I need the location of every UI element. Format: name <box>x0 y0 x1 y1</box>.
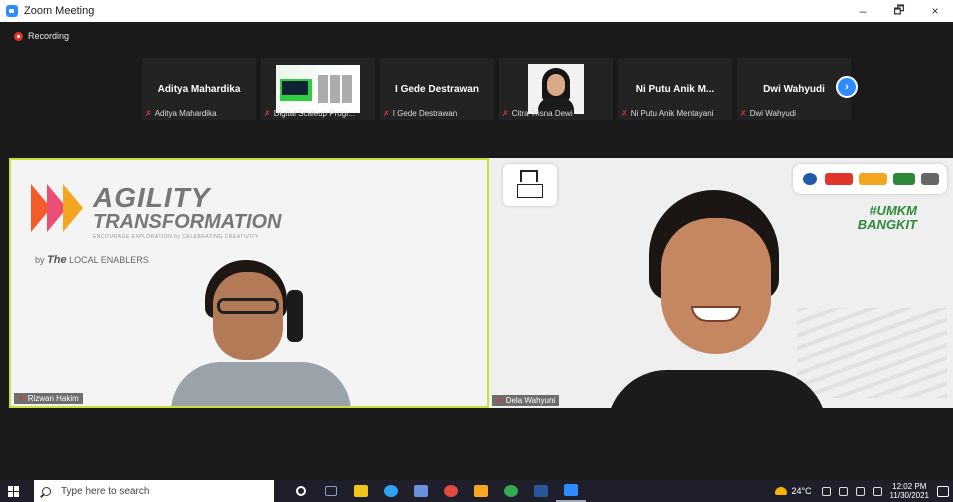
tray-chevron-icon[interactable] <box>821 486 831 496</box>
mic-muted-icon: ✗ <box>18 394 25 403</box>
system-tray: 24°C 12:02 PM 11/30/2021 <box>775 480 953 502</box>
mic-muted-icon: ✗ <box>740 109 747 118</box>
mic-muted-icon: ✗ <box>496 396 503 405</box>
clock-date: 11/30/2021 <box>889 491 929 500</box>
taskbar-search-input[interactable]: Type here to search <box>34 480 274 502</box>
speaker-video-right[interactable]: #UMKM BANGKIT ✗ Dela Wahyuni <box>489 158 953 408</box>
video-caption: ✗ Rizwan Hakim <box>14 393 83 404</box>
word-icon[interactable] <box>526 480 556 502</box>
notification-icon[interactable] <box>937 485 949 497</box>
file-explorer-icon[interactable] <box>346 480 376 502</box>
participant-strip: Aditya Mahardika ✗ Aditya Mahardika ✗ Digi… <box>142 58 856 120</box>
zoom-taskbar-icon[interactable] <box>556 480 586 502</box>
participant-caption: Digital Scaleup Progr... <box>273 109 356 118</box>
taskbar-clock[interactable]: 12:02 PM 11/30/2021 <box>890 482 929 500</box>
network-icon[interactable] <box>855 486 865 496</box>
mic-muted-icon: ✗ <box>383 109 390 118</box>
hashtag-text: #UMKM BANGKIT <box>858 204 917 232</box>
mic-muted-icon: ✗ <box>145 109 152 118</box>
participant-caption: Aditya Mahardika <box>154 109 217 118</box>
close-button[interactable]: × <box>917 0 953 22</box>
participant-tile[interactable]: ✗ Citra Trisna Dewi <box>499 58 613 120</box>
search-placeholder: Type here to search <box>61 485 150 497</box>
recording-indicator[interactable]: Recording <box>14 31 69 41</box>
edge-browser-icon[interactable] <box>376 480 406 502</box>
participant-video <box>528 64 584 114</box>
participant-caption: I Gede Destrawan <box>392 109 458 118</box>
photos-app-icon[interactable] <box>406 480 436 502</box>
participant-tile[interactable]: I Gede Destrawan ✗ I Gede Destrawan <box>380 58 494 120</box>
weather-widget[interactable]: 24°C <box>775 486 812 496</box>
participant-tile[interactable]: ✗ Digital Scaleup Progr... <box>261 58 375 120</box>
window-titlebar: Zoom Meeting – 🗗 × <box>0 0 953 22</box>
taskbar-apps <box>286 480 586 502</box>
chrome-profile-icon[interactable] <box>496 480 526 502</box>
start-button[interactable] <box>0 480 26 502</box>
participant-tile[interactable]: Aditya Mahardika ✗ Aditya Mahardika <box>142 58 256 120</box>
next-page-button[interactable]: › <box>836 76 858 98</box>
participant-caption: Ni Putu Anik Mentayani <box>630 109 714 118</box>
window-controls: – 🗗 × <box>845 0 953 22</box>
chrome-icon[interactable] <box>436 480 466 502</box>
participant-video-person <box>171 250 351 406</box>
speaker-video-left[interactable]: AGILITY TRANSFORMATION ENCOURAGE EXPLORA… <box>9 158 489 408</box>
recording-label: Recording <box>28 31 70 41</box>
brand-byline: by The LOCAL ENABLERS <box>35 254 149 266</box>
participant-caption: Dwi Wahyudi <box>749 109 797 118</box>
logo-title: AGILITY <box>93 182 211 213</box>
mic-muted-icon: ✗ <box>264 109 271 118</box>
weather-temp: 24°C <box>791 486 812 496</box>
restore-button[interactable]: 🗗 <box>881 0 917 22</box>
meeting-area: Recording Aditya Mahardika ✗ Aditya Mahar… <box>0 22 953 480</box>
clock-time: 12:02 PM <box>892 482 927 491</box>
byline-suffix: LOCAL ENABLERS <box>69 255 149 265</box>
participant-name: I Gede Destrawan <box>395 83 479 95</box>
participant-caption: Citra Trisna Dewi <box>511 109 573 118</box>
video-caption-name: Rizwan Hakim <box>27 394 79 403</box>
video-caption-name: Dela Wahyuni <box>505 396 556 405</box>
weather-icon <box>775 487 788 495</box>
participant-tile[interactable]: Ni Putu Anik M... ✗ Ni Putu Anik Mentayan… <box>618 58 732 120</box>
screen-share-thumbnail <box>276 65 360 113</box>
recording-icon <box>14 31 23 41</box>
mic-muted-icon: ✗ <box>621 109 628 118</box>
participant-name: Ni Putu Anik M... <box>635 83 715 95</box>
participant-name: Aditya Mahardika <box>157 83 241 95</box>
logo-tagline: ENCOURAGE EXPLORATION by CELEBRATING CRE… <box>93 234 259 240</box>
tray-app-icon[interactable] <box>838 486 848 496</box>
window-title: Zoom Meeting <box>24 5 95 17</box>
program-logo <box>503 164 557 206</box>
agility-logo: AGILITY TRANSFORMATION ENCOURAGE EXPLORA… <box>31 184 282 240</box>
zoom-app-icon <box>6 5 18 17</box>
participant-tile[interactable]: Dwi Wahyudi ✗ Dwi Wahyudi <box>737 58 851 120</box>
task-view-icon[interactable] <box>316 480 346 502</box>
participant-video-person <box>607 190 827 408</box>
hashtag-line-2: BANGKIT <box>857 217 917 232</box>
byline-prefix: by <box>35 255 45 265</box>
volume-icon[interactable] <box>872 486 882 496</box>
video-caption: ✗ Dela Wahyuni <box>492 395 560 406</box>
windows-taskbar: Type here to search 24°C 12:02 PM 11/30/… <box>0 480 953 502</box>
logo-subtitle: TRANSFORMATION <box>93 211 282 233</box>
participant-name: Dwi Wahyudi <box>763 83 825 95</box>
search-icon <box>42 486 51 496</box>
cortana-icon[interactable] <box>286 480 316 502</box>
mic-muted-icon: ✗ <box>502 109 509 118</box>
minimize-button[interactable]: – <box>845 0 881 22</box>
windows-icon <box>7 485 19 497</box>
hashtag-line-1: #UMKM <box>869 203 917 218</box>
byline-brand: The <box>47 254 67 266</box>
sticky-app-icon[interactable] <box>466 480 496 502</box>
